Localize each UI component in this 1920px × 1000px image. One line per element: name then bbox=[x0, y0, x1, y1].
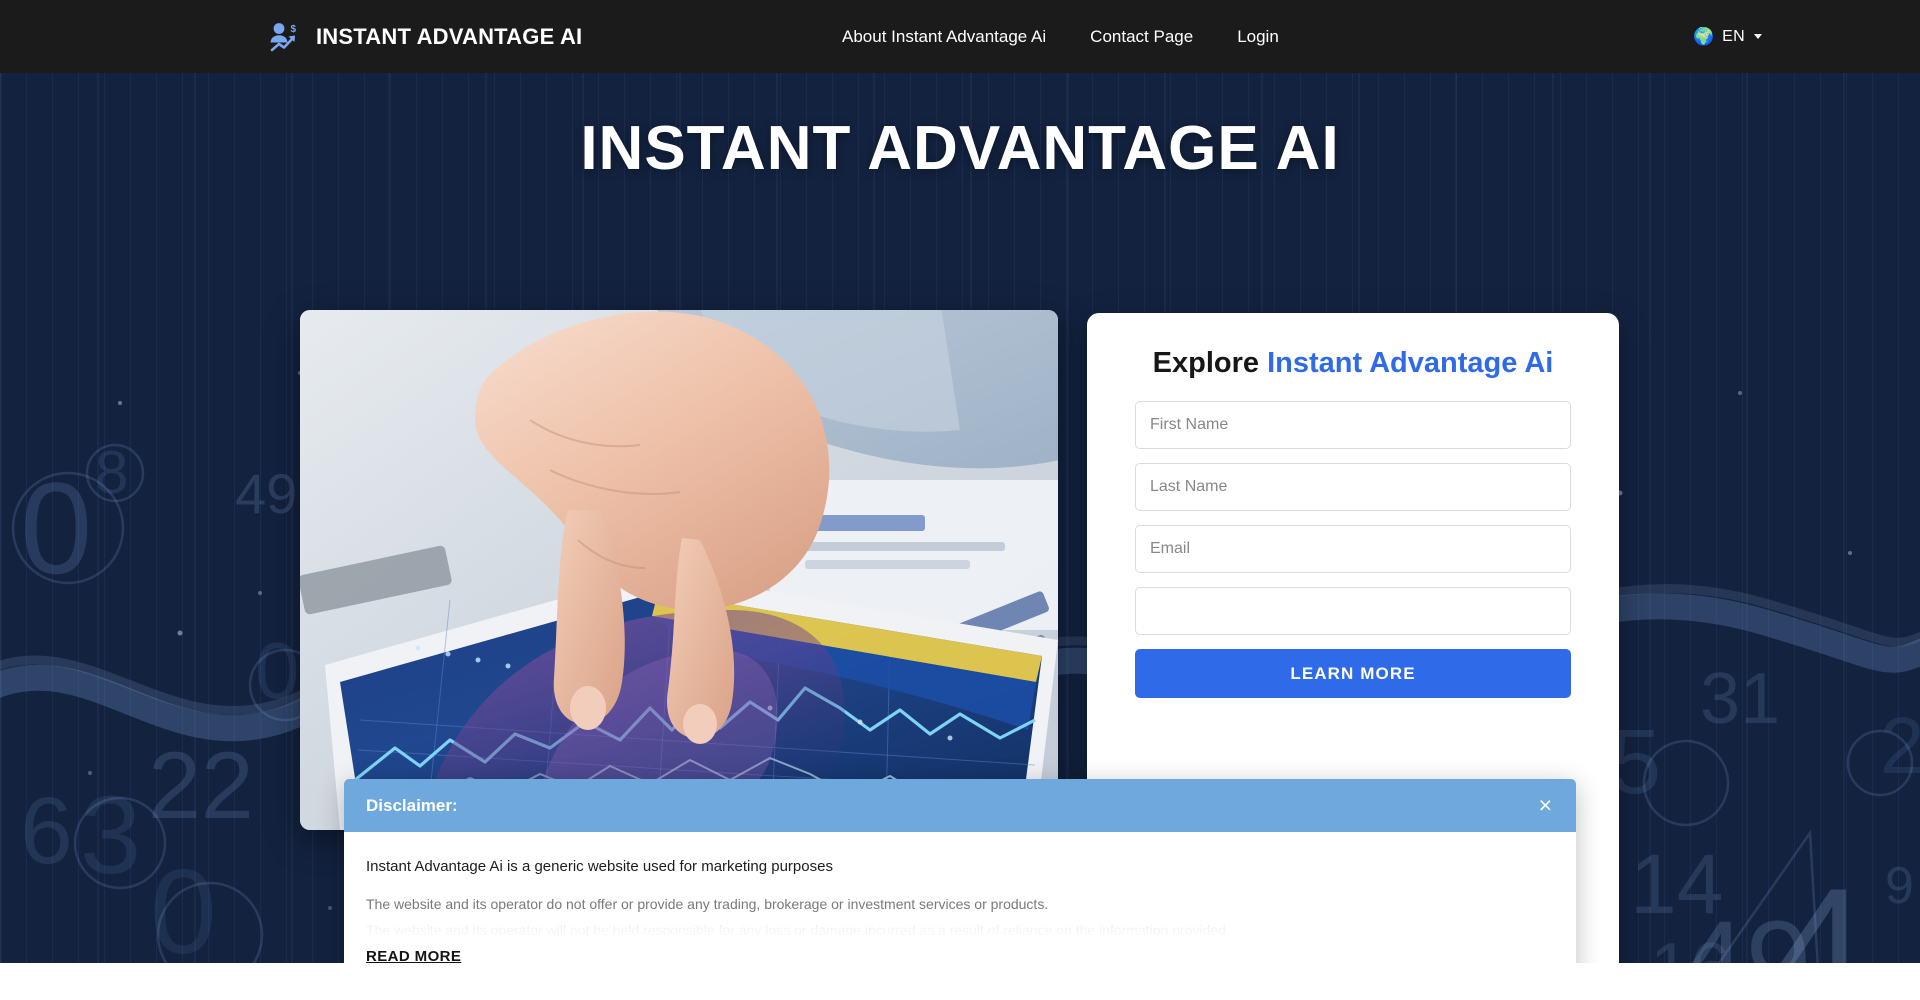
globe-icon: 🌍 bbox=[1693, 27, 1715, 46]
primary-nav: About Instant Advantage Ai Contact Page … bbox=[820, 0, 1301, 73]
svg-text:9: 9 bbox=[1885, 857, 1914, 915]
svg-text:0: 0 bbox=[255, 626, 300, 715]
hero-title: INSTANT ADVANTAGE AI bbox=[580, 114, 1340, 183]
svg-text:0: 0 bbox=[20, 455, 92, 601]
svg-text:6: 6 bbox=[20, 778, 73, 884]
nav-link-about[interactable]: About Instant Advantage Ai bbox=[820, 27, 1068, 47]
disclaimer-modal-header: Disclaimer: × bbox=[344, 779, 1576, 832]
last-name-input[interactable] bbox=[1135, 463, 1571, 512]
svg-text:4: 4 bbox=[1775, 854, 1867, 963]
first-name-input[interactable] bbox=[1135, 401, 1571, 450]
disclaimer-modal-body: Instant Advantage Ai is a generic websit… bbox=[344, 832, 1576, 963]
close-icon[interactable]: × bbox=[1537, 794, 1554, 817]
svg-text:14: 14 bbox=[1630, 837, 1723, 931]
svg-text:22: 22 bbox=[148, 733, 254, 839]
svg-text:16: 16 bbox=[1650, 929, 1730, 963]
disclaimer-modal: Disclaimer: × Instant Advantage Ai is a … bbox=[344, 779, 1576, 963]
disclaimer-title: Disclaimer: bbox=[366, 795, 458, 815]
chevron-down-icon bbox=[1754, 34, 1762, 39]
nav-link-contact[interactable]: Contact Page bbox=[1068, 27, 1215, 47]
top-navbar: $ INSTANT ADVANTAGE AI About Instant Adv… bbox=[0, 0, 1920, 73]
form-heading-plain: Explore bbox=[1152, 347, 1268, 379]
hero-section: 0 8 49 6 3 7 22 0 0 31 5 14 16 49 4 9 2 bbox=[0, 73, 1920, 963]
nav-link-login[interactable]: Login bbox=[1215, 27, 1301, 47]
svg-text:7: 7 bbox=[150, 947, 233, 963]
disclaimer-paragraph-2: The website and its operator do not offe… bbox=[366, 896, 1049, 912]
page-root: $ INSTANT ADVANTAGE AI About Instant Adv… bbox=[0, 0, 1920, 1000]
language-code: EN bbox=[1722, 27, 1745, 45]
brand-name: INSTANT ADVANTAGE AI bbox=[316, 23, 583, 49]
learn-more-button[interactable]: LEARN MORE bbox=[1135, 649, 1571, 699]
svg-text:0: 0 bbox=[150, 845, 217, 963]
svg-text:49: 49 bbox=[1680, 897, 1811, 963]
email-input[interactable] bbox=[1135, 525, 1571, 574]
phone-input[interactable] bbox=[1135, 587, 1571, 636]
svg-text:31: 31 bbox=[1700, 659, 1780, 739]
hero-image-svg bbox=[300, 310, 1058, 830]
brand-logo-link[interactable]: $ INSTANT ADVANTAGE AI bbox=[268, 0, 582, 73]
svg-text:2: 2 bbox=[1880, 701, 1920, 790]
person-dollar-chart-icon: $ bbox=[268, 20, 302, 54]
language-selector[interactable]: 🌍 EN bbox=[1693, 0, 1762, 73]
svg-text:3: 3 bbox=[80, 774, 141, 897]
disclaimer-paragraph-3: The website and its operator will not be… bbox=[366, 922, 1230, 938]
person-dollar-chart-icon-svg: $ bbox=[270, 22, 297, 51]
svg-text:49: 49 bbox=[235, 462, 297, 525]
svg-text:$: $ bbox=[291, 24, 297, 35]
form-heading-highlight: Instant Advantage Ai bbox=[1267, 347, 1554, 379]
form-heading: Explore Instant Advantage Ai bbox=[1135, 347, 1571, 379]
svg-text:8: 8 bbox=[95, 439, 128, 506]
read-more-link[interactable]: READ MORE bbox=[366, 948, 461, 963]
hero-image bbox=[300, 310, 1058, 830]
disclaimer-paragraph-1: Instant Advantage Ai is a generic websit… bbox=[366, 858, 833, 875]
